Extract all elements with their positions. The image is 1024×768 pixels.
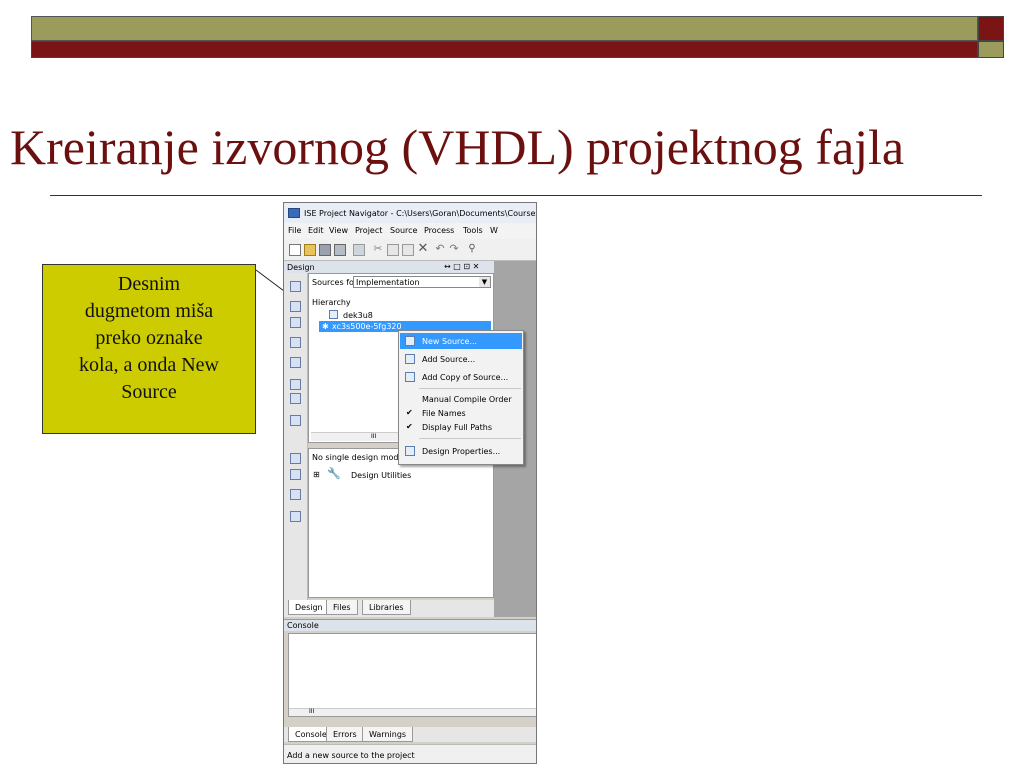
expand-icon[interactable]: ⊞ [313, 470, 320, 479]
checkmark-icon: ✔ [406, 422, 413, 431]
add-copy-icon [405, 372, 415, 382]
menu-item-add-source[interactable]: Add Source... [400, 351, 522, 367]
add-source-icon [405, 354, 415, 364]
add-copy-icon[interactable] [290, 317, 301, 328]
sources-for-value: Implementation [356, 278, 420, 287]
menu-process[interactable]: Process [424, 226, 454, 235]
status-bar: Add a new source to the project [284, 744, 536, 763]
console-tabs: Console Errors Warnings [284, 727, 536, 742]
scroll-thumb[interactable]: III [371, 433, 376, 440]
window-title: ISE Project Navigator - C:\Users\Goran\D… [304, 209, 537, 218]
window-icon[interactable] [290, 415, 301, 426]
panel-controls[interactable]: ↔ □ ⊡ ✕ [444, 262, 479, 271]
hierarchy-icon[interactable] [290, 337, 301, 348]
menu-item-label: Display Full Paths [422, 423, 492, 432]
undo-icon[interactable]: ↶ [434, 243, 446, 255]
delete-icon[interactable]: ✕ [417, 242, 429, 255]
menu-window[interactable]: W [490, 226, 498, 235]
menu-item-label: New Source... [422, 337, 478, 346]
save-icon[interactable] [319, 244, 331, 256]
console-title: Console [287, 621, 319, 630]
menu-edit[interactable]: Edit [308, 226, 324, 235]
collapse-tree-icon[interactable] [290, 469, 301, 480]
tree-item-project[interactable]: dek3u8 [343, 311, 373, 320]
menu-item-add-copy-of-source[interactable]: Add Copy of Source... [400, 369, 522, 385]
toolbar: ✂ ✕ ↶ ↷ ⚲ [284, 239, 536, 261]
project-file-icon [329, 310, 338, 319]
processes-panel: No single design mod ⊞ 🔧 Design Utilitie… [308, 448, 494, 598]
menu-project[interactable]: Project [355, 226, 382, 235]
menu-file[interactable]: File [288, 226, 301, 235]
tab-errors[interactable]: Errors [326, 727, 364, 742]
processes-label: No single design mod [312, 453, 399, 462]
ise-window: ISE Project Navigator - C:\Users\Goran\D… [283, 202, 537, 764]
context-menu: New Source... Add Source... Add Copy of … [398, 330, 524, 465]
open-folder-icon[interactable] [304, 244, 316, 256]
scroll-thumb[interactable]: III [309, 708, 314, 715]
expand-tree-icon[interactable] [290, 453, 301, 464]
sources-for-select[interactable]: Implementation ▼ [353, 276, 491, 288]
menu-item-design-properties[interactable]: Design Properties... [400, 443, 522, 459]
checkmark-icon: ✔ [406, 408, 413, 417]
window-titlebar[interactable]: ISE Project Navigator - C:\Users\Goran\D… [284, 203, 537, 223]
paste-icon[interactable] [402, 244, 414, 256]
app-icon [288, 208, 300, 218]
process-item-design-utilities[interactable]: Design Utilities [351, 471, 411, 480]
hierarchy-label: Hierarchy [312, 298, 351, 307]
print-icon[interactable] [353, 244, 365, 256]
add-source-icon[interactable] [290, 301, 301, 312]
tab-files[interactable]: Files [326, 600, 358, 615]
design-properties-icon [405, 446, 415, 456]
menu-item-label: Manual Compile Order [422, 395, 512, 404]
window-icon[interactable] [290, 511, 301, 522]
tree-item-device-label: xc3s500e-5fg320 [332, 322, 402, 331]
copy-icon[interactable] [387, 244, 399, 256]
tab-design[interactable]: Design [288, 600, 330, 615]
menu-bar: File Edit View Project Source Process To… [284, 223, 536, 239]
menu-item-label: File Names [422, 409, 466, 418]
menu-item-display-full-paths[interactable]: ✔ Display Full Paths [400, 419, 522, 435]
console-horizontal-scrollbar[interactable]: III [289, 708, 536, 716]
menu-item-new-source[interactable]: New Source... [400, 333, 522, 349]
run-icon[interactable] [290, 489, 301, 500]
properties-icon[interactable] [290, 281, 301, 292]
design-tabs: Design Files Libraries [284, 600, 494, 617]
menu-view[interactable]: View [329, 226, 348, 235]
console-header: Console [284, 619, 536, 631]
chevron-down-icon[interactable]: ▼ [479, 277, 490, 287]
tab-warnings[interactable]: Warnings [362, 727, 414, 742]
design-properties-icon[interactable] [290, 379, 301, 390]
console-output: III [288, 633, 536, 717]
menu-item-label: Design Properties... [422, 447, 501, 456]
chip-icon: ✱ [322, 322, 329, 331]
menu-item-label: Add Source... [422, 355, 476, 364]
design-panel-title: Design [287, 263, 315, 272]
save-all-icon[interactable] [334, 244, 346, 256]
status-text: Add a new source to the project [287, 751, 415, 760]
menu-item-label: Add Copy of Source... [422, 373, 509, 382]
edit-icon[interactable] [290, 393, 301, 404]
tab-libraries[interactable]: Libraries [362, 600, 411, 615]
menu-source[interactable]: Source [390, 226, 417, 235]
find-icon[interactable]: ⚲ [466, 243, 478, 255]
remove-icon[interactable] [290, 357, 301, 368]
cut-icon[interactable]: ✂ [372, 243, 384, 255]
new-source-icon [405, 336, 415, 346]
menu-separator [419, 388, 521, 389]
new-file-icon[interactable] [289, 244, 301, 256]
menu-tools[interactable]: Tools [463, 226, 483, 235]
design-side-toolbar [284, 273, 308, 603]
wrench-icon: 🔧 [327, 467, 341, 480]
design-panel-header: Design ↔ □ ⊡ ✕ [284, 261, 494, 273]
redo-icon[interactable]: ↷ [448, 243, 460, 255]
menu-separator [419, 438, 521, 439]
